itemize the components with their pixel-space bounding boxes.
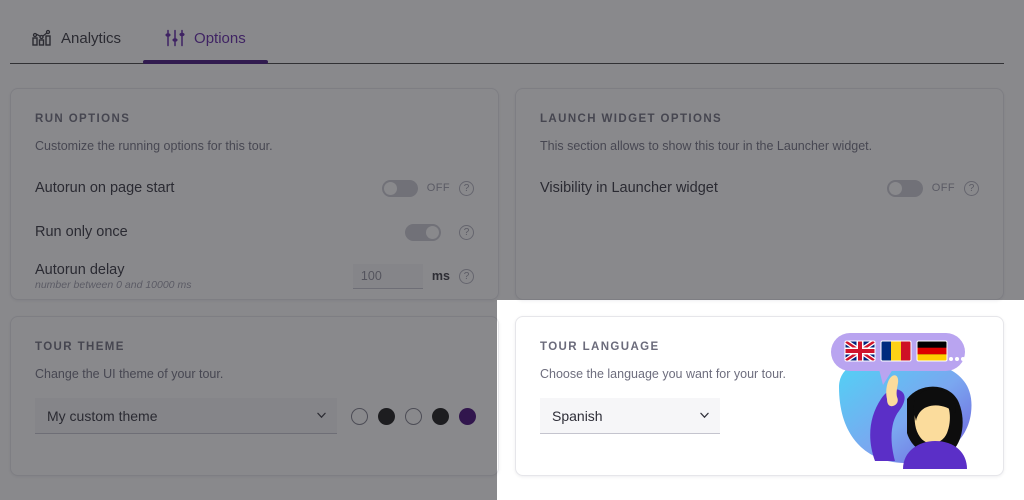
theme-swatch-1[interactable]	[351, 407, 368, 425]
autorun-on-page-start-state: OFF	[426, 182, 450, 195]
tab-options-label: Options	[194, 29, 246, 47]
more-languages-dots	[949, 357, 965, 361]
row-visibility-in-launcher-widget: Visibility in Launcher widget OFF ?	[540, 172, 979, 204]
romania-flag	[880, 340, 912, 362]
tab-options[interactable]: Options	[143, 14, 268, 64]
bar-chart-icon	[32, 29, 52, 47]
row-run-only-once: Run only once ?	[35, 216, 474, 248]
run-only-once-help-icon[interactable]: ?	[459, 224, 474, 240]
row-autorun-delay: Autorun delay number between 0 and 10000…	[35, 260, 474, 292]
cards-grid: RUN OPTIONS Customize the running option…	[10, 88, 1004, 476]
autorun-delay-label-text: Autorun delay	[35, 261, 125, 278]
card-tour-theme: TOUR THEME Change the UI theme of your t…	[10, 316, 499, 476]
autorun-on-page-start-help-icon[interactable]: ?	[459, 180, 474, 196]
theme-swatch-4[interactable]	[432, 407, 449, 425]
card-launch-widget-options: LAUNCH WIDGET OPTIONS This section allow…	[515, 88, 1004, 300]
launch-widget-title: LAUNCH WIDGET OPTIONS	[540, 113, 723, 125]
tour-theme-select[interactable]: My custom theme	[35, 398, 337, 435]
theme-swatch-2[interactable]	[378, 407, 395, 425]
visibility-in-launcher-widget-controls: OFF ?	[886, 179, 979, 197]
launch-widget-subtitle: This section allows to show this tour in…	[540, 139, 873, 153]
autorun-delay-unit: ms	[431, 269, 450, 284]
tour-theme-subtitle: Change the UI theme of your tour.	[35, 367, 224, 381]
tour-theme-title: TOUR THEME	[35, 341, 125, 353]
card-run-options: RUN OPTIONS Customize the running option…	[10, 88, 499, 300]
visibility-in-launcher-widget-state: OFF	[931, 182, 955, 195]
tour-theme-controls: My custom theme	[35, 398, 476, 435]
options-page: Analytics Options RUN OPTIONS Customize …	[0, 0, 1024, 500]
theme-swatch-3[interactable]	[405, 407, 422, 425]
run-only-once-label: Run only once	[35, 224, 128, 241]
run-options-subtitle: Customize the running options for this t…	[35, 139, 273, 153]
autorun-delay-label: Autorun delay number between 0 and 10000…	[35, 262, 191, 291]
screen-root: Analytics Options RUN OPTIONS Customize …	[0, 0, 1024, 500]
language-illustration	[809, 329, 989, 469]
autorun-delay-hint: number between 0 and 10000 ms	[35, 278, 192, 291]
autorun-on-page-start-toggle[interactable]	[381, 179, 418, 197]
tour-theme-swatches	[351, 407, 476, 425]
united-kingdom-flag	[845, 341, 875, 361]
row-autorun-on-page-start: Autorun on page start OFF ?	[35, 172, 474, 204]
tab-analytics[interactable]: Analytics	[10, 14, 143, 62]
tour-language-select[interactable]: Spanish	[540, 398, 720, 435]
germany-flag	[916, 340, 948, 362]
theme-swatch-5[interactable]	[459, 407, 476, 425]
tab-bar: Analytics Options	[10, 14, 1004, 64]
tab-analytics-label: Analytics	[61, 29, 122, 47]
autorun-on-page-start-controls: OFF ?	[381, 179, 474, 197]
autorun-delay-help-icon[interactable]: ?	[459, 268, 474, 284]
autorun-delay-controls: ms ?	[352, 263, 474, 289]
run-only-once-toggle[interactable]	[405, 223, 441, 241]
card-tour-language: TOUR LANGUAGE Choose the language you wa…	[515, 316, 1004, 476]
tour-language-select-wrap: Spanish	[540, 398, 720, 435]
visibility-in-launcher-widget-help-icon[interactable]: ?	[964, 180, 979, 196]
autorun-delay-input[interactable]	[352, 263, 423, 289]
run-only-once-controls: ?	[405, 223, 474, 241]
visibility-in-launcher-widget-label: Visibility in Launcher widget	[540, 180, 718, 197]
visibility-in-launcher-widget-toggle[interactable]	[886, 179, 923, 197]
autorun-on-page-start-label: Autorun on page start	[35, 180, 175, 197]
run-options-title: RUN OPTIONS	[35, 113, 131, 125]
tour-theme-select-wrap: My custom theme	[35, 398, 337, 435]
sliders-icon	[165, 29, 185, 47]
